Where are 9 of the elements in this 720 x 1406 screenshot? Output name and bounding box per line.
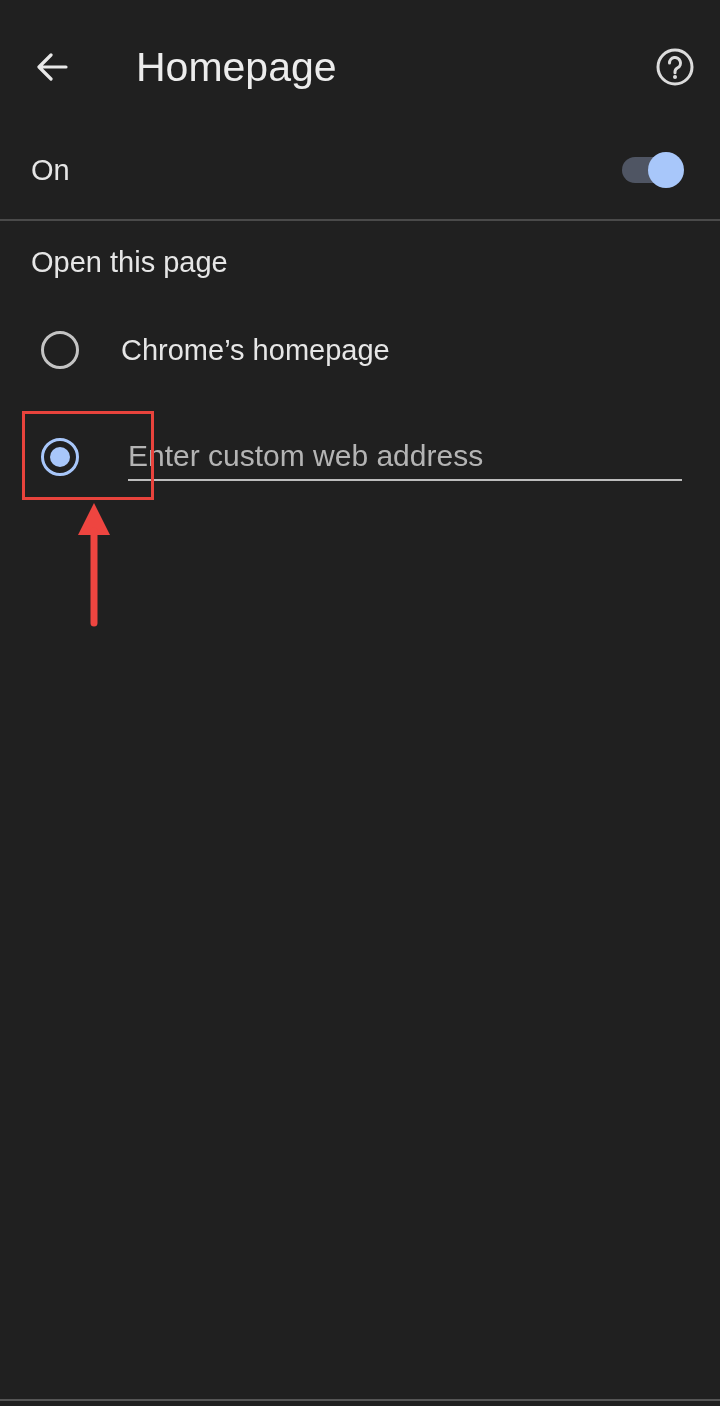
radio-button[interactable] [41,437,79,476]
toggle-switch[interactable] [622,152,684,188]
help-icon[interactable] [656,48,694,86]
option-label: Chrome’s homepage [121,332,390,367]
page-title: Homepage [136,43,337,91]
radio-button[interactable] [41,330,79,369]
back-arrow-icon[interactable] [36,53,68,81]
section-title: Open this page [31,245,228,279]
switch-label: On [31,153,70,187]
